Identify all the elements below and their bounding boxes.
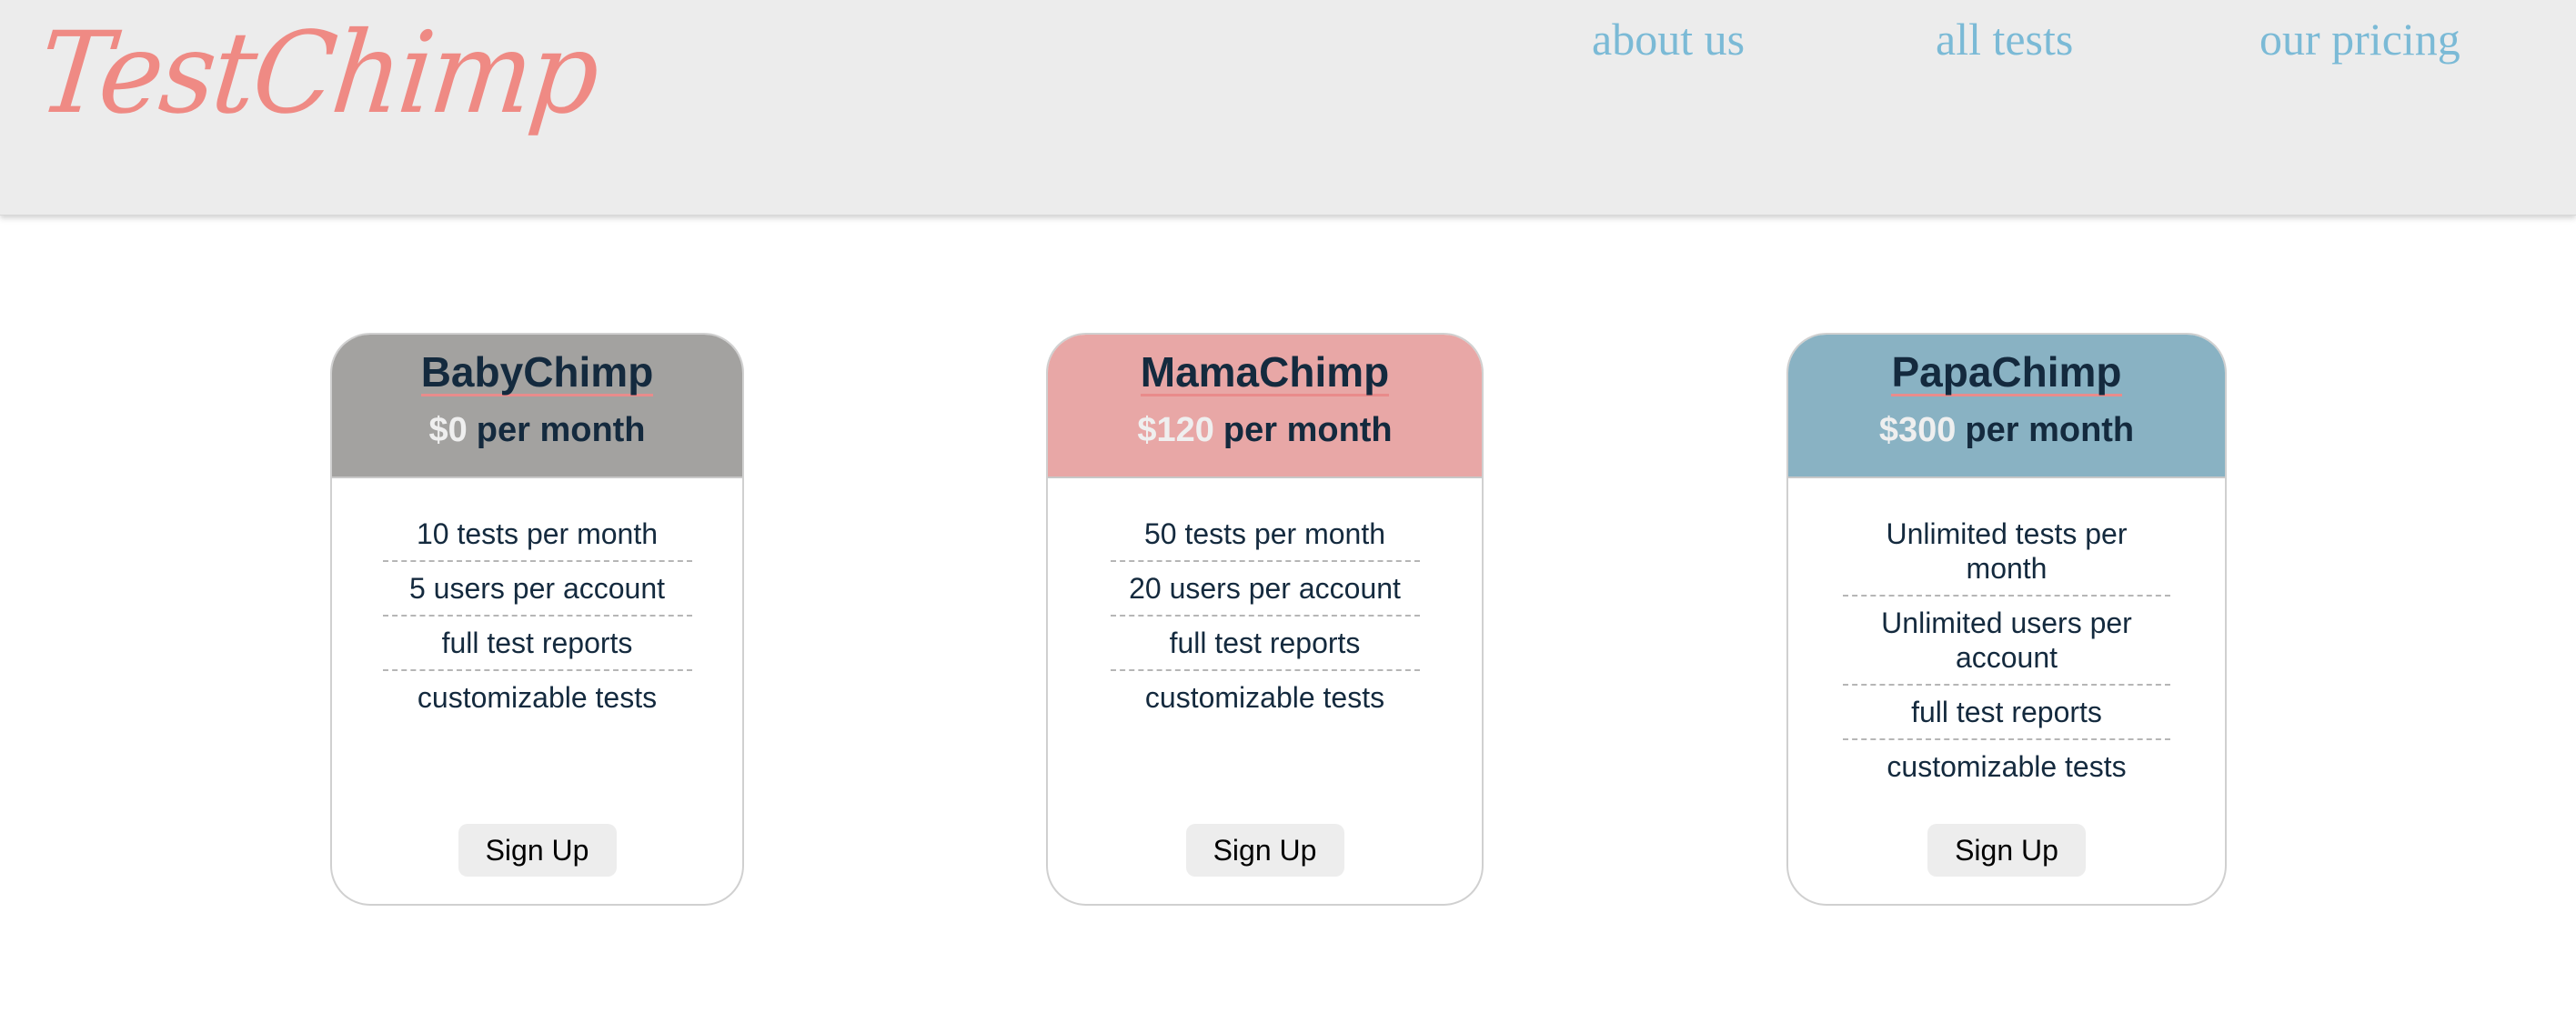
feature-item: customizable tests — [1887, 750, 2127, 783]
plan-price: $0 per month — [332, 413, 742, 447]
nav-link-our-pricing[interactable]: our pricing — [2259, 16, 2460, 62]
price-amount: $120 — [1137, 411, 1214, 450]
sign-up-button[interactable]: Sign Up — [1185, 824, 1344, 877]
feature-item: Unlimited users per account — [1843, 606, 2170, 686]
site-header: TestChimp about us all tests our pricing — [0, 0, 2576, 216]
price-period: per month — [1223, 411, 1393, 450]
feature-list: 10 tests per month 5 users per account f… — [382, 517, 692, 724]
plan-header: PapaChimp $300 per month — [1788, 335, 2225, 478]
feature-item: full test reports — [1843, 695, 2170, 740]
plan-price: $120 per month — [1048, 413, 1482, 447]
feature-item: full test reports — [382, 626, 692, 671]
feature-list: 50 tests per month 20 users per account … — [1110, 517, 1420, 724]
testchimp-logo[interactable]: TestChimp — [33, 7, 603, 139]
plan-header: BabyChimp $0 per month — [332, 335, 742, 478]
feature-item: full test reports — [1110, 626, 1420, 671]
sign-up-button[interactable]: Sign Up — [1927, 824, 2086, 877]
feature-item: customizable tests — [1144, 681, 1385, 714]
feature-item: 50 tests per month — [1110, 517, 1420, 562]
price-period: per month — [1965, 411, 2135, 450]
pricing-card-babychimp: BabyChimp $0 per month 10 tests per month… — [330, 333, 744, 906]
feature-item: Unlimited tests per month — [1843, 517, 2170, 597]
pricing-card-papachimp: PapaChimp $300 per month Unlimited tests … — [1786, 333, 2227, 906]
plan-header: MamaChimp $120 per month — [1048, 335, 1482, 478]
price-amount: $300 — [1878, 411, 1957, 450]
feature-list: Unlimited tests per month Unlimited user… — [1843, 517, 2170, 793]
plan-name: BabyChimp — [420, 348, 654, 397]
plan-name: MamaChimp — [1140, 348, 1390, 397]
nav-link-about-us[interactable]: about us — [1592, 16, 1745, 62]
feature-item: 5 users per account — [382, 571, 692, 617]
feature-item: customizable tests — [417, 681, 658, 714]
feature-item: 10 tests per month — [382, 517, 692, 562]
feature-item: 20 users per account — [1110, 571, 1420, 617]
price-period: per month — [476, 411, 646, 450]
sign-up-button[interactable]: Sign Up — [458, 824, 617, 877]
plan-price: $300 per month — [1788, 413, 2225, 447]
pricing-card-mamachimp: MamaChimp $120 per month 50 tests per mon… — [1046, 333, 1484, 906]
price-amount: $0 — [428, 411, 468, 450]
nav-link-all-tests[interactable]: all tests — [1936, 16, 2073, 62]
plan-name: PapaChimp — [1891, 348, 2122, 397]
